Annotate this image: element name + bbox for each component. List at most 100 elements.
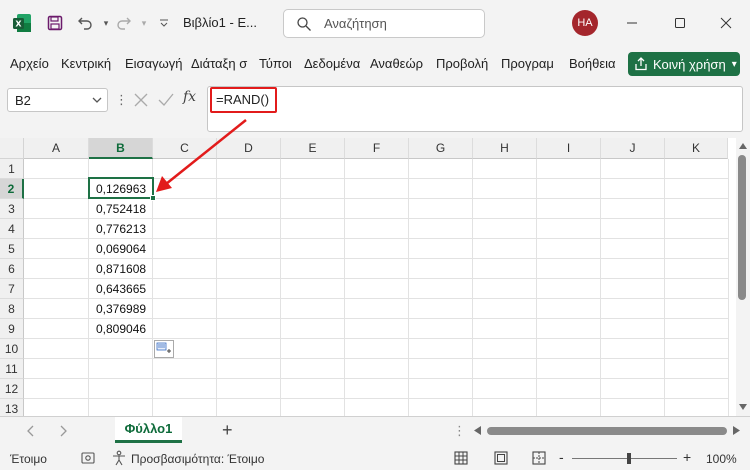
name-box[interactable]: B2	[7, 88, 108, 112]
row-header-6[interactable]: 6	[0, 259, 24, 279]
tab-help[interactable]: Βοήθεια	[569, 56, 616, 71]
tab-file[interactable]: Αρχείο	[10, 56, 49, 71]
paste-options-icon[interactable]	[154, 340, 174, 358]
avatar[interactable]: HA	[572, 10, 598, 36]
svg-text:X: X	[15, 20, 22, 29]
select-all-corner[interactable]	[0, 138, 24, 159]
confirm-entry-icon[interactable]	[157, 91, 175, 109]
tab-home[interactable]: Κεντρική	[61, 56, 111, 71]
column-header-k[interactable]: K	[665, 138, 728, 159]
zoom-out-button[interactable]: -	[559, 449, 564, 465]
zoom-in-button[interactable]: +	[683, 449, 691, 465]
column-header-i[interactable]: I	[537, 138, 601, 159]
tab-page-layout[interactable]: Διάταξη σ	[191, 56, 252, 71]
maximize-icon[interactable]	[668, 11, 692, 35]
gridline	[536, 159, 537, 416]
column-header-a[interactable]: A	[24, 138, 89, 159]
accessibility-status[interactable]: Προσβασιμότητα: Έτοιμο	[131, 452, 264, 466]
row-header-10[interactable]: 10	[0, 339, 24, 359]
excel-logo-icon: X	[13, 14, 31, 32]
gridline	[344, 159, 345, 416]
undo-icon[interactable]	[74, 12, 96, 34]
next-sheet-icon[interactable]	[55, 423, 71, 439]
row-header-13[interactable]: 13	[0, 399, 24, 416]
previous-sheet-icon[interactable]	[23, 423, 39, 439]
share-button[interactable]: Κοινή χρήση ▾	[628, 52, 740, 76]
accessibility-icon[interactable]	[112, 450, 126, 466]
gridline	[216, 159, 217, 416]
zoom-level[interactable]: 100%	[706, 452, 737, 466]
scroll-down-icon[interactable]	[739, 404, 747, 410]
cancel-entry-icon[interactable]	[132, 91, 150, 109]
row-header-11[interactable]: 11	[0, 359, 24, 379]
save-icon[interactable]	[44, 12, 66, 34]
column-header-f[interactable]: F	[345, 138, 409, 159]
row-header-3[interactable]: 3	[0, 199, 24, 219]
cell-b5[interactable]: 0,069064	[89, 239, 153, 259]
sheet-tab-active[interactable]: Φύλλο1	[115, 417, 182, 443]
title-bar: X ▾ ▾ Βιβλίο1 - E... Αναζήτηση HA	[0, 0, 750, 46]
gridline	[408, 159, 409, 416]
document-title: Βιβλίο1 - E...	[183, 15, 257, 30]
gridline	[280, 159, 281, 416]
column-header-e[interactable]: E	[281, 138, 345, 159]
status-ready: Έτοιμο	[10, 452, 47, 466]
minimize-icon[interactable]	[620, 11, 644, 35]
fill-handle[interactable]	[150, 195, 156, 201]
tab-developer[interactable]: Προγραμ	[501, 56, 554, 71]
normal-view-icon[interactable]	[454, 451, 468, 465]
column-header-b[interactable]: B	[89, 138, 153, 159]
spreadsheet-grid[interactable]: A B C D E F G H I J K 1 2 3 4 5 6 7 8 9 …	[0, 138, 750, 416]
more-options-icon[interactable]: ⋮	[115, 92, 128, 108]
vertical-scroll-thumb[interactable]	[738, 155, 746, 300]
formula-input[interactable]	[207, 86, 743, 132]
row-header-8[interactable]: 8	[0, 299, 24, 319]
redo-icon[interactable]	[113, 12, 135, 34]
redo-dropdown-chevron-icon[interactable]: ▾	[133, 12, 155, 34]
search-input[interactable]: Αναζήτηση	[283, 9, 485, 38]
more-sheet-options-icon[interactable]: ⋮	[453, 423, 466, 439]
row-header-1[interactable]: 1	[0, 159, 24, 179]
row-header-12[interactable]: 12	[0, 379, 24, 399]
row-header-9[interactable]: 9	[0, 319, 24, 339]
row-header-5[interactable]: 5	[0, 239, 24, 259]
page-layout-view-icon[interactable]	[494, 451, 508, 465]
add-sheet-button[interactable]: +	[222, 420, 233, 441]
row-header-7[interactable]: 7	[0, 279, 24, 299]
cell-b4[interactable]: 0,776213	[89, 219, 153, 239]
formula-content[interactable]: =RAND()	[210, 87, 277, 113]
cell-b6[interactable]: 0,871608	[89, 259, 153, 279]
column-header-c[interactable]: C	[153, 138, 217, 159]
gridline	[728, 159, 729, 416]
row-header-4[interactable]: 4	[0, 219, 24, 239]
cell-b9[interactable]: 0,809046	[89, 319, 153, 339]
zoom-slider-track[interactable]	[572, 458, 677, 459]
cell-b3[interactable]: 0,752418	[89, 199, 153, 219]
scroll-up-icon[interactable]	[739, 143, 747, 149]
macro-record-icon[interactable]	[81, 451, 95, 465]
insert-function-icon[interactable]: fx	[183, 89, 196, 105]
scroll-right-icon[interactable]	[733, 426, 740, 435]
column-header-h[interactable]: H	[473, 138, 537, 159]
gridline	[24, 378, 728, 379]
column-header-g[interactable]: G	[409, 138, 473, 159]
cell-b8[interactable]: 0,376989	[89, 299, 153, 319]
zoom-slider-knob[interactable]	[627, 453, 631, 464]
share-icon	[635, 57, 647, 71]
tab-insert[interactable]: Εισαγωγή	[125, 56, 182, 71]
cell-b7[interactable]: 0,643665	[89, 279, 153, 299]
chevron-down-icon: ▾	[731, 58, 737, 70]
page-break-view-icon[interactable]	[532, 451, 546, 465]
row-header-2[interactable]: 2	[0, 179, 24, 199]
tab-data[interactable]: Δεδομένα	[304, 56, 364, 71]
column-header-d[interactable]: D	[217, 138, 281, 159]
close-icon[interactable]	[714, 11, 738, 35]
column-header-j[interactable]: J	[601, 138, 665, 159]
customize-toolbar-icon[interactable]	[153, 12, 175, 34]
tab-review[interactable]: Αναθεώρ	[370, 56, 423, 71]
horizontal-scroll-thumb[interactable]	[487, 427, 727, 435]
chevron-down-icon[interactable]	[91, 93, 103, 107]
tab-view[interactable]: Προβολή	[436, 56, 488, 71]
tab-formulas[interactable]: Τύποι	[259, 56, 292, 71]
scroll-left-icon[interactable]	[474, 426, 481, 435]
